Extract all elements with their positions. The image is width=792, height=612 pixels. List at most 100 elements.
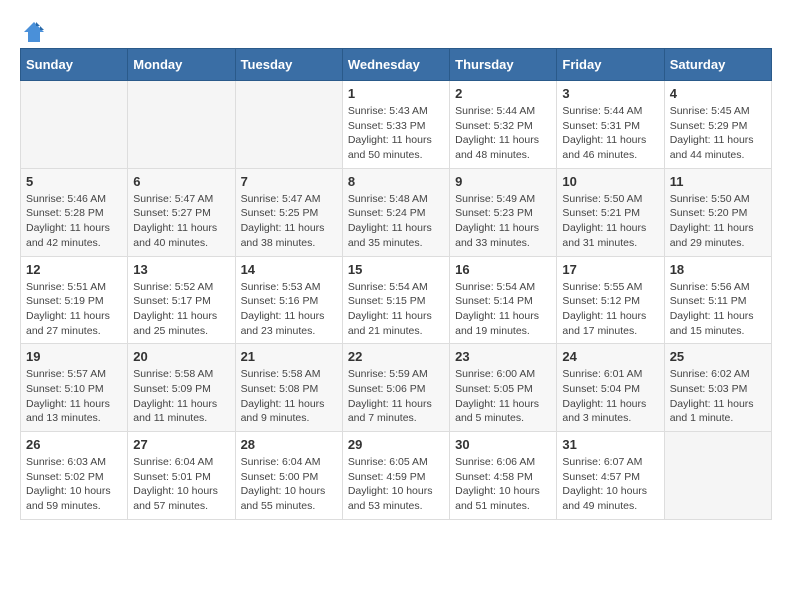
calendar-cell: 16 Sunrise: 5:54 AM Sunset: 5:14 PM Dayli… [450,256,557,344]
day-info: Sunrise: 5:53 AM Sunset: 5:16 PM Dayligh… [241,280,337,339]
day-number: 5 [26,174,122,189]
calendar-cell: 21 Sunrise: 5:58 AM Sunset: 5:08 PM Dayli… [235,344,342,432]
day-number: 27 [133,437,229,452]
calendar-cell: 17 Sunrise: 5:55 AM Sunset: 5:12 PM Dayli… [557,256,664,344]
day-number: 16 [455,262,551,277]
weekday-header-monday: Monday [128,49,235,81]
calendar-cell: 26Sunrise: 6:03 AM Sunset: 5:02 PM Dayli… [21,432,128,520]
day-info: Sunrise: 5:47 AM Sunset: 5:27 PM Dayligh… [133,192,229,251]
day-info: Sunrise: 6:04 AM Sunset: 5:00 PM Dayligh… [241,455,337,514]
day-number: 20 [133,349,229,364]
day-info: Sunrise: 5:54 AM Sunset: 5:15 PM Dayligh… [348,280,444,339]
day-number: 14 [241,262,337,277]
day-info: Sunrise: 5:54 AM Sunset: 5:14 PM Dayligh… [455,280,551,339]
calendar-cell: 11Sunrise: 5:50 AM Sunset: 5:20 PM Dayli… [664,168,771,256]
day-number: 30 [455,437,551,452]
weekday-header-tuesday: Tuesday [235,49,342,81]
calendar-cell: 31 Sunrise: 6:07 AM Sunset: 4:57 PM Dayli… [557,432,664,520]
day-number: 13 [133,262,229,277]
day-info: Sunrise: 5:48 AM Sunset: 5:24 PM Dayligh… [348,192,444,251]
calendar-cell [235,81,342,169]
day-number: 28 [241,437,337,452]
day-number: 12 [26,262,122,277]
calendar-cell: 30 Sunrise: 6:06 AM Sunset: 4:58 PM Dayli… [450,432,557,520]
weekday-header-thursday: Thursday [450,49,557,81]
day-number: 19 [26,349,122,364]
day-number: 2 [455,86,551,101]
day-number: 1 [348,86,444,101]
calendar-cell: 10 Sunrise: 5:50 AM Sunset: 5:21 PM Dayli… [557,168,664,256]
day-number: 8 [348,174,444,189]
day-info: Sunrise: 5:46 AM Sunset: 5:28 PM Dayligh… [26,192,122,251]
day-info: Sunrise: 6:07 AM Sunset: 4:57 PM Dayligh… [562,455,658,514]
day-info: Sunrise: 6:05 AM Sunset: 4:59 PM Dayligh… [348,455,444,514]
day-number: 25 [670,349,766,364]
day-number: 23 [455,349,551,364]
calendar-cell: 28 Sunrise: 6:04 AM Sunset: 5:00 PM Dayli… [235,432,342,520]
day-info: Sunrise: 6:01 AM Sunset: 5:04 PM Dayligh… [562,367,658,426]
calendar-cell: 4 Sunrise: 5:45 AM Sunset: 5:29 PM Daylig… [664,81,771,169]
day-number: 6 [133,174,229,189]
day-info: Sunrise: 5:59 AM Sunset: 5:06 PM Dayligh… [348,367,444,426]
day-number: 15 [348,262,444,277]
calendar-cell: 22Sunrise: 5:59 AM Sunset: 5:06 PM Dayli… [342,344,449,432]
day-number: 3 [562,86,658,101]
calendar-cell: 25 Sunrise: 6:02 AM Sunset: 5:03 PM Dayli… [664,344,771,432]
calendar-cell: 6 Sunrise: 5:47 AM Sunset: 5:27 PM Daylig… [128,168,235,256]
day-info: Sunrise: 5:51 AM Sunset: 5:19 PM Dayligh… [26,280,122,339]
calendar-cell: 19 Sunrise: 5:57 AM Sunset: 5:10 PM Dayli… [21,344,128,432]
calendar-cell: 14 Sunrise: 5:53 AM Sunset: 5:16 PM Dayli… [235,256,342,344]
calendar-cell: 27 Sunrise: 6:04 AM Sunset: 5:01 PM Dayli… [128,432,235,520]
day-info: Sunrise: 5:49 AM Sunset: 5:23 PM Dayligh… [455,192,551,251]
day-number: 4 [670,86,766,101]
week-row-4: 19 Sunrise: 5:57 AM Sunset: 5:10 PM Dayli… [21,344,772,432]
calendar-cell: 29 Sunrise: 6:05 AM Sunset: 4:59 PM Dayli… [342,432,449,520]
day-number: 29 [348,437,444,452]
day-info: Sunrise: 6:00 AM Sunset: 5:05 PM Dayligh… [455,367,551,426]
logo-icon [22,20,46,44]
week-row-2: 5 Sunrise: 5:46 AM Sunset: 5:28 PM Daylig… [21,168,772,256]
day-info: Sunrise: 6:04 AM Sunset: 5:01 PM Dayligh… [133,455,229,514]
day-info: Sunrise: 5:55 AM Sunset: 5:12 PM Dayligh… [562,280,658,339]
day-info: Sunrise: 5:44 AM Sunset: 5:31 PM Dayligh… [562,104,658,163]
page-header [20,20,772,38]
calendar-cell: 2 Sunrise: 5:44 AM Sunset: 5:32 PM Daylig… [450,81,557,169]
day-info: Sunrise: 5:44 AM Sunset: 5:32 PM Dayligh… [455,104,551,163]
day-number: 26 [26,437,122,452]
day-number: 9 [455,174,551,189]
weekday-header-wednesday: Wednesday [342,49,449,81]
day-info: Sunrise: 5:45 AM Sunset: 5:29 PM Dayligh… [670,104,766,163]
logo [20,20,48,38]
week-row-5: 26Sunrise: 6:03 AM Sunset: 5:02 PM Dayli… [21,432,772,520]
calendar-cell: 12 Sunrise: 5:51 AM Sunset: 5:19 PM Dayli… [21,256,128,344]
day-number: 31 [562,437,658,452]
week-row-3: 12 Sunrise: 5:51 AM Sunset: 5:19 PM Dayli… [21,256,772,344]
day-info: Sunrise: 5:58 AM Sunset: 5:08 PM Dayligh… [241,367,337,426]
day-info: Sunrise: 5:52 AM Sunset: 5:17 PM Dayligh… [133,280,229,339]
calendar-cell: 15 Sunrise: 5:54 AM Sunset: 5:15 PM Dayli… [342,256,449,344]
day-number: 18 [670,262,766,277]
calendar-cell: 23 Sunrise: 6:00 AM Sunset: 5:05 PM Dayli… [450,344,557,432]
calendar-cell: 18 Sunrise: 5:56 AM Sunset: 5:11 PM Dayli… [664,256,771,344]
calendar: SundayMondayTuesdayWednesdayThursdayFrid… [20,48,772,520]
day-info: Sunrise: 5:57 AM Sunset: 5:10 PM Dayligh… [26,367,122,426]
weekday-header-saturday: Saturday [664,49,771,81]
day-info: Sunrise: 5:43 AM Sunset: 5:33 PM Dayligh… [348,104,444,163]
calendar-cell: 9 Sunrise: 5:49 AM Sunset: 5:23 PM Daylig… [450,168,557,256]
day-info: Sunrise: 5:56 AM Sunset: 5:11 PM Dayligh… [670,280,766,339]
day-info: Sunrise: 6:02 AM Sunset: 5:03 PM Dayligh… [670,367,766,426]
calendar-cell: 24Sunrise: 6:01 AM Sunset: 5:04 PM Dayli… [557,344,664,432]
day-info: Sunrise: 5:47 AM Sunset: 5:25 PM Dayligh… [241,192,337,251]
week-row-1: 1 Sunrise: 5:43 AM Sunset: 5:33 PM Daylig… [21,81,772,169]
day-info: Sunrise: 5:50 AM Sunset: 5:21 PM Dayligh… [562,192,658,251]
day-info: Sunrise: 6:06 AM Sunset: 4:58 PM Dayligh… [455,455,551,514]
calendar-cell: 13 Sunrise: 5:52 AM Sunset: 5:17 PM Dayli… [128,256,235,344]
weekday-header-sunday: Sunday [21,49,128,81]
day-number: 17 [562,262,658,277]
day-info: Sunrise: 5:58 AM Sunset: 5:09 PM Dayligh… [133,367,229,426]
calendar-cell [664,432,771,520]
day-number: 10 [562,174,658,189]
day-number: 21 [241,349,337,364]
day-number: 7 [241,174,337,189]
calendar-cell: 5 Sunrise: 5:46 AM Sunset: 5:28 PM Daylig… [21,168,128,256]
